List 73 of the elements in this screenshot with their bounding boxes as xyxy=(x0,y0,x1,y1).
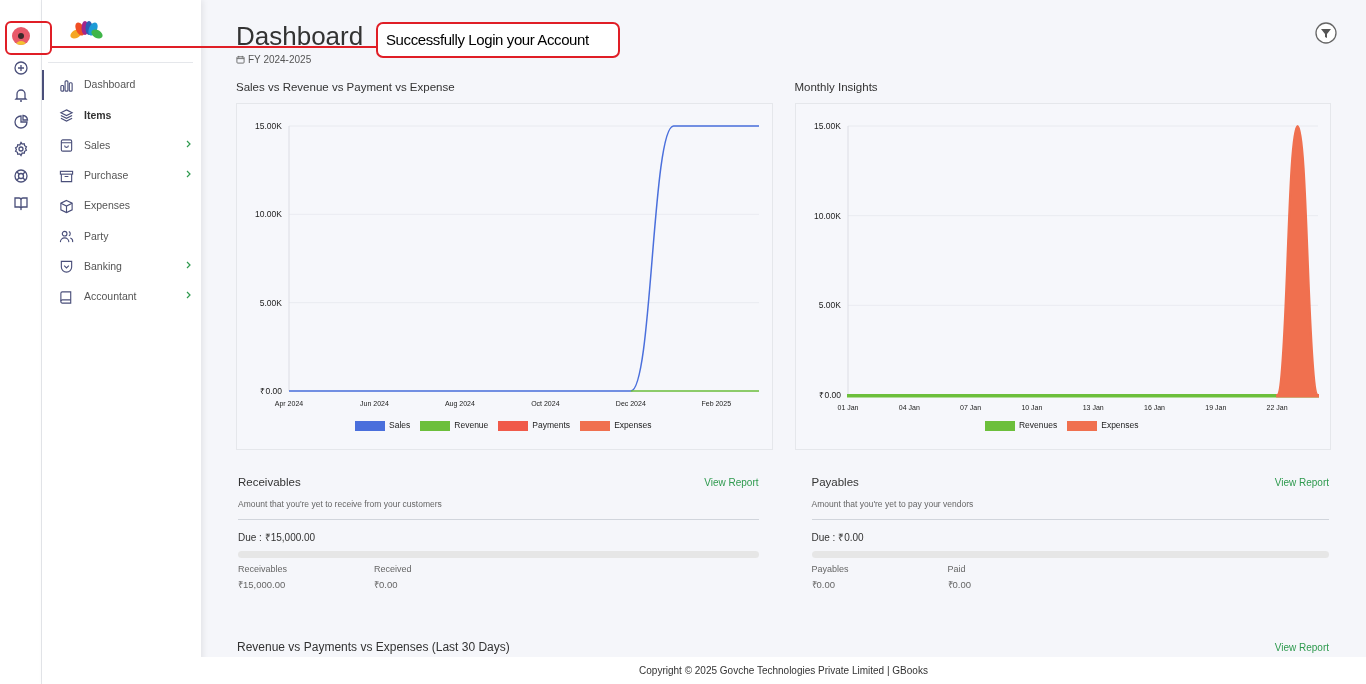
sidebar-item[interactable]: Banking xyxy=(42,251,201,283)
legend-label: Revenue xyxy=(454,419,489,432)
pie-chart-icon[interactable] xyxy=(12,114,29,130)
stat-value: ₹0.00 xyxy=(811,577,836,592)
notification-icon[interactable] xyxy=(12,87,29,103)
legend-label: Expenses xyxy=(614,419,652,432)
axis-label: 15.00K xyxy=(813,121,841,132)
view-report-link[interactable]: View Report xyxy=(1274,639,1329,655)
book-icon[interactable] xyxy=(12,195,29,211)
sidebar-item[interactable]: Expenses xyxy=(42,191,201,222)
view-report-link[interactable]: View Report xyxy=(704,475,759,491)
archive-icon xyxy=(59,168,74,184)
bar-chart-icon xyxy=(59,77,74,93)
legend-label: Revenues xyxy=(1018,419,1058,432)
shield-icon xyxy=(59,259,74,275)
sidebar-item[interactable]: Party xyxy=(42,221,201,252)
menu-label: Dashboard xyxy=(84,77,137,93)
view-report-link[interactable]: View Report xyxy=(1274,475,1329,491)
section-title: Receivables xyxy=(238,475,301,491)
sidebar-item[interactable]: Items xyxy=(42,100,201,131)
menu-label: Accountant xyxy=(84,289,138,305)
page-title: Dashboard xyxy=(236,20,364,52)
section-title: Payables xyxy=(811,475,859,491)
filter-button[interactable] xyxy=(1315,22,1337,44)
stat-value: ₹0.00 xyxy=(947,577,972,592)
users-icon xyxy=(59,229,74,245)
legend-label: Sales xyxy=(389,419,411,432)
stat-value: ₹0.00 xyxy=(374,577,399,592)
callout-text: Successfully Login your Account xyxy=(376,22,620,58)
menu-label: Party xyxy=(84,228,110,244)
sidebar-item[interactable]: Dashboard xyxy=(42,70,201,101)
menu-label: Expenses xyxy=(84,198,132,214)
stat-label: Paid xyxy=(947,563,967,577)
avatar[interactable] xyxy=(11,27,30,45)
subtitle-text: Amount that you're yet to receive from your customers xyxy=(238,497,759,521)
fiscal-year: FY 2024-2025 xyxy=(248,53,312,67)
sidebar-item[interactable]: Sales xyxy=(42,130,201,161)
axis-label: 5.00K xyxy=(818,300,841,311)
settings-icon[interactable] xyxy=(12,141,29,157)
legend-label: Payments xyxy=(532,419,571,432)
axis-label: ₹0.00 xyxy=(818,390,841,401)
subtitle-text: Amount that you're yet to pay your vendors xyxy=(811,497,1329,521)
axis-label: 10.00K xyxy=(255,209,282,220)
due-amount: Due : ₹15,000.00 xyxy=(238,531,317,546)
peacock-logo xyxy=(70,21,103,41)
axis-label: 10.00K xyxy=(813,210,841,221)
axis-label: 5.00K xyxy=(259,297,282,308)
stat-value: ₹15,000.00 xyxy=(238,577,287,592)
menu-label: Banking xyxy=(84,259,123,275)
layers-icon xyxy=(59,107,74,123)
sidebar-item[interactable]: Accountant xyxy=(42,282,201,313)
due-amount: Due : ₹0.00 xyxy=(811,531,865,546)
highlight-frame xyxy=(5,21,52,55)
stat-label: Received xyxy=(374,563,413,577)
box-icon xyxy=(59,198,74,214)
stat-label: Receivables xyxy=(238,563,289,577)
axis-label: ₹0.00 xyxy=(260,386,282,397)
chart-title: Sales vs Revenue vs Payment vs Expense xyxy=(236,80,456,95)
lifebuoy-icon[interactable] xyxy=(12,168,29,184)
axis-label: 15.00K xyxy=(255,121,282,132)
chart-title: Monthly Insights xyxy=(794,80,879,95)
bag-icon xyxy=(59,138,74,154)
calendar-icon xyxy=(236,55,245,64)
sidebar-item[interactable]: Purchase xyxy=(42,160,201,192)
menu-label: Items xyxy=(84,107,113,123)
copyright-text: Copyright © 2025 Govche Technologies Private Limited | GBooks xyxy=(639,664,928,678)
menu-label: Purchase xyxy=(84,168,130,184)
legend-label: Expenses xyxy=(1101,419,1139,432)
menu-label: Sales xyxy=(84,137,112,153)
stat-label: Payables xyxy=(811,563,850,577)
add-icon[interactable] xyxy=(12,60,29,76)
book-icon xyxy=(59,289,74,305)
section-title: Revenue vs Payments vs Expenses (Last 30 Days) xyxy=(237,639,510,656)
